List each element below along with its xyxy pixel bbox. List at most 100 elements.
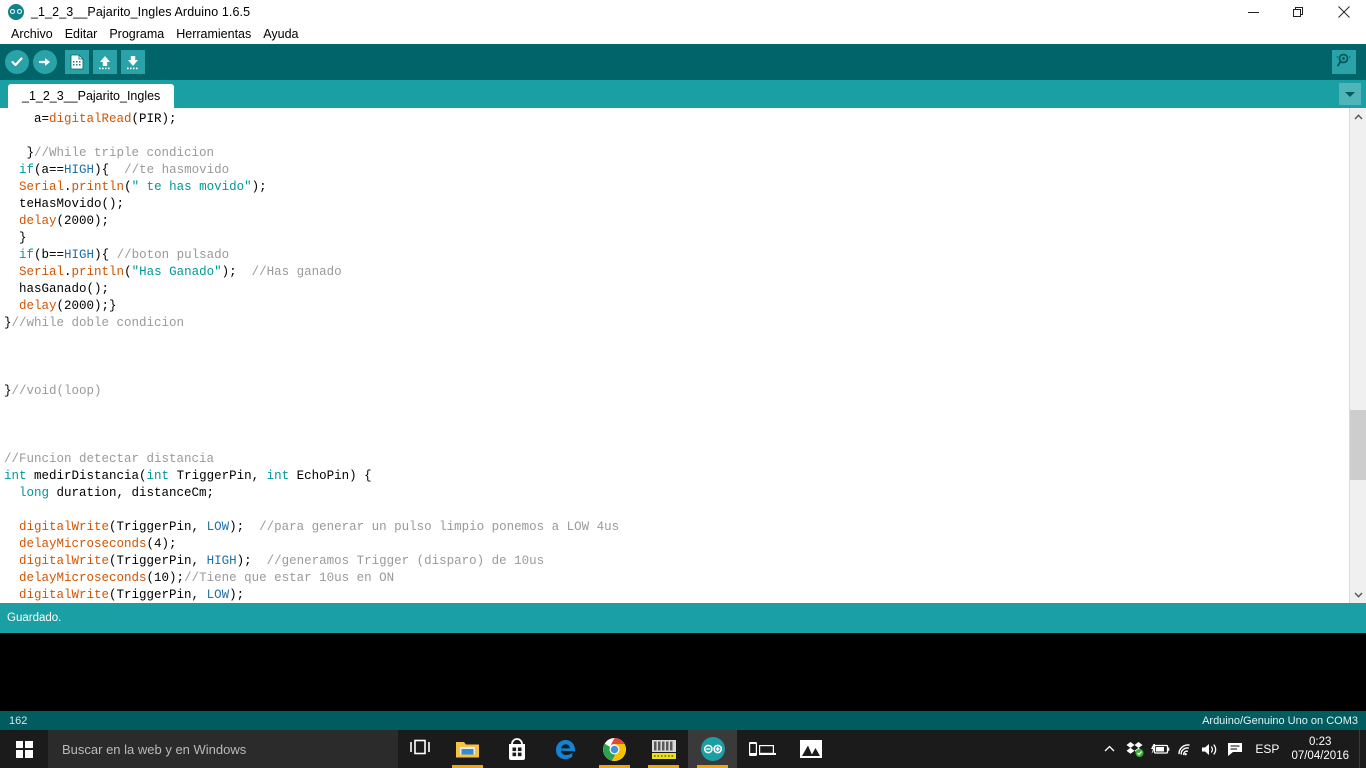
code-line: digitalWrite(TriggerPin, LOW); bbox=[4, 587, 619, 603]
code-line: long duration, distanceCm; bbox=[4, 485, 619, 502]
code-editor[interactable]: a=digitalRead(PIR); }//While triple cond… bbox=[0, 108, 1366, 603]
clock[interactable]: 0:23 07/04/2016 bbox=[1287, 735, 1359, 763]
code-token-pln: ); bbox=[221, 265, 252, 279]
code-line: delayMicroseconds(10);//Tiene que estar … bbox=[4, 570, 619, 587]
board-info: Arduino/Genuino Uno on COM3 bbox=[1202, 714, 1358, 727]
tab-pajarito-ingles[interactable]: _1_2_3__Pajarito_Ingles bbox=[8, 84, 175, 108]
save-button[interactable] bbox=[121, 50, 145, 74]
code-token-kw: int bbox=[4, 469, 27, 483]
code-token-pln: (TriggerPin, bbox=[109, 520, 207, 534]
serial-monitor-button[interactable] bbox=[1332, 50, 1356, 74]
menu-editar[interactable]: Editar bbox=[59, 24, 104, 44]
code-token-pln: . bbox=[64, 265, 72, 279]
code-token-pln: ( bbox=[124, 180, 132, 194]
code-token-pln: . bbox=[64, 180, 72, 194]
code-token-pln: (4); bbox=[146, 537, 177, 551]
code-token-cmt: //void(loop) bbox=[11, 384, 102, 398]
menu-programa[interactable]: Programa bbox=[103, 24, 170, 44]
window-controls bbox=[1231, 0, 1366, 24]
console-output[interactable] bbox=[0, 633, 1366, 711]
code-token-pln: ); bbox=[229, 588, 245, 602]
upload-button[interactable] bbox=[33, 50, 57, 74]
taskbar-microsoft-edge[interactable] bbox=[541, 730, 590, 768]
code-token-pln: duration, distanceCm; bbox=[49, 486, 215, 500]
task-view-button[interactable] bbox=[400, 730, 440, 768]
code-token-pln: (a== bbox=[34, 163, 65, 177]
code-token-pln: } bbox=[4, 384, 12, 398]
volume-icon[interactable] bbox=[1197, 730, 1222, 768]
code-token-pln: ); bbox=[251, 180, 267, 194]
tab-menu-button[interactable] bbox=[1339, 83, 1361, 105]
arrow-down-icon bbox=[121, 50, 145, 74]
menu-ayuda[interactable]: Ayuda bbox=[257, 24, 304, 44]
search-input[interactable]: Buscar en la web y en Windows bbox=[48, 730, 398, 768]
close-button[interactable] bbox=[1321, 0, 1366, 24]
code-line: digitalWrite(TriggerPin, LOW); //para ge… bbox=[4, 519, 619, 536]
taskbar-connect-device[interactable] bbox=[737, 730, 786, 768]
code-token-fn: digitalWrite bbox=[19, 554, 110, 568]
code-token-lit: HIGH bbox=[64, 248, 95, 262]
menu-bar: Archivo Editar Programa Herramientas Ayu… bbox=[0, 24, 1366, 44]
taskbar-file-explorer[interactable] bbox=[443, 730, 492, 768]
show-hidden-icons-icon[interactable] bbox=[1097, 730, 1122, 768]
action-center-icon[interactable] bbox=[1222, 730, 1247, 768]
code-token-pln: (TriggerPin, bbox=[109, 554, 207, 568]
code-line: //Funcion detectar distancia bbox=[4, 451, 619, 468]
menu-archivo[interactable]: Archivo bbox=[5, 24, 59, 44]
code-token-cmt: //Has ganado bbox=[251, 265, 342, 279]
code-token-pln: hasGanado(); bbox=[19, 282, 110, 296]
code-token-kw: if bbox=[19, 163, 35, 177]
scroll-down-icon[interactable] bbox=[1350, 586, 1366, 603]
code-line: }//While triple condicion bbox=[4, 145, 619, 162]
code-token-pln: (2000);} bbox=[56, 299, 117, 313]
new-button[interactable] bbox=[65, 50, 89, 74]
show-desktop-button[interactable] bbox=[1359, 730, 1366, 768]
verify-button[interactable] bbox=[5, 50, 29, 74]
code-text[interactable]: a=digitalRead(PIR); }//While triple cond… bbox=[0, 108, 619, 603]
code-line: }//void(loop) bbox=[4, 383, 619, 400]
arduino-ide-window: _1_2_3__Pajarito_Ingles Arduino 1.6.5 Ar… bbox=[0, 0, 1366, 768]
code-token-lit: HIGH bbox=[206, 554, 237, 568]
code-token-cmt: //generamos Trigger (disparo) de 10us bbox=[266, 554, 545, 568]
taskbar-arduino[interactable] bbox=[688, 730, 737, 768]
open-button[interactable] bbox=[93, 50, 117, 74]
code-token-pln: (TriggerPin, bbox=[109, 588, 207, 602]
taskbar-microsoft-store[interactable] bbox=[492, 730, 541, 768]
toolbar bbox=[0, 44, 1366, 80]
code-token-kw: int bbox=[266, 469, 290, 483]
scroll-up-icon[interactable] bbox=[1350, 108, 1366, 125]
taskbar-google-chrome[interactable] bbox=[590, 730, 639, 768]
maximize-button[interactable] bbox=[1276, 0, 1321, 24]
code-token-cmt: //boton pulsado bbox=[116, 248, 230, 262]
code-token-fn: delay bbox=[19, 299, 57, 313]
code-token-pln: ){ bbox=[94, 163, 125, 177]
arduino-logo-icon bbox=[8, 4, 24, 20]
battery-icon[interactable] bbox=[1147, 730, 1172, 768]
wifi-icon[interactable] bbox=[1172, 730, 1197, 768]
code-token-pln: ){ bbox=[94, 248, 117, 262]
windows-taskbar: Buscar en la web y en Windows ESP 0:23 0… bbox=[0, 730, 1366, 768]
code-token-pln: ); bbox=[229, 520, 260, 534]
minimize-button[interactable] bbox=[1231, 0, 1276, 24]
start-button[interactable] bbox=[0, 730, 48, 768]
code-token-fn: delay bbox=[19, 214, 57, 228]
code-line: delay(2000); bbox=[4, 213, 619, 230]
dropbox-icon[interactable] bbox=[1122, 730, 1147, 768]
code-token-kw: long bbox=[19, 486, 50, 500]
code-token-fn: println bbox=[71, 265, 125, 279]
taskbar-photos[interactable] bbox=[786, 730, 835, 768]
scrollbar-thumb[interactable] bbox=[1350, 410, 1366, 480]
code-token-pln: } bbox=[19, 231, 27, 245]
checkmark-icon bbox=[5, 50, 29, 74]
code-line: } bbox=[4, 230, 619, 247]
language-indicator[interactable]: ESP bbox=[1247, 742, 1287, 756]
code-token-lit: HIGH bbox=[64, 163, 95, 177]
code-token-fn: println bbox=[71, 180, 125, 194]
menu-herramientas[interactable]: Herramientas bbox=[170, 24, 257, 44]
editor-vertical-scrollbar[interactable] bbox=[1349, 108, 1366, 603]
taskbar-fritzing[interactable] bbox=[639, 730, 688, 768]
editor-info-bar: 162 Arduino/Genuino Uno on COM3 bbox=[0, 711, 1366, 730]
code-line: int medirDistancia(int TriggerPin, int E… bbox=[4, 468, 619, 485]
